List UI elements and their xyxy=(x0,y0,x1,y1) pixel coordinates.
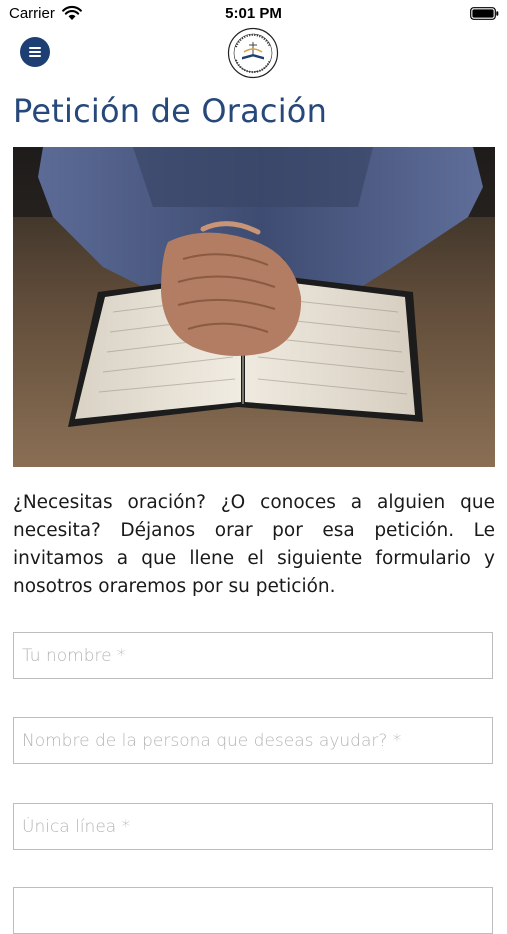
single-line-field[interactable] xyxy=(13,803,493,850)
menu-button[interactable] xyxy=(20,37,50,67)
status-bar: Carrier 5:01 PM xyxy=(0,0,507,28)
fourth-field[interactable] xyxy=(13,887,493,934)
battery-icon xyxy=(470,7,499,20)
hero-image xyxy=(13,147,495,467)
clock-time: 5:01 PM xyxy=(225,5,282,22)
intro-text: ¿Necesitas oración? ¿O conoces a alguien… xyxy=(13,492,495,597)
page-title: Petición de Oración xyxy=(13,92,328,130)
church-logo xyxy=(227,27,279,79)
name-field[interactable] xyxy=(13,632,493,679)
helped-person-field[interactable] xyxy=(13,717,493,764)
praying-hands-bible-photo xyxy=(13,147,495,467)
